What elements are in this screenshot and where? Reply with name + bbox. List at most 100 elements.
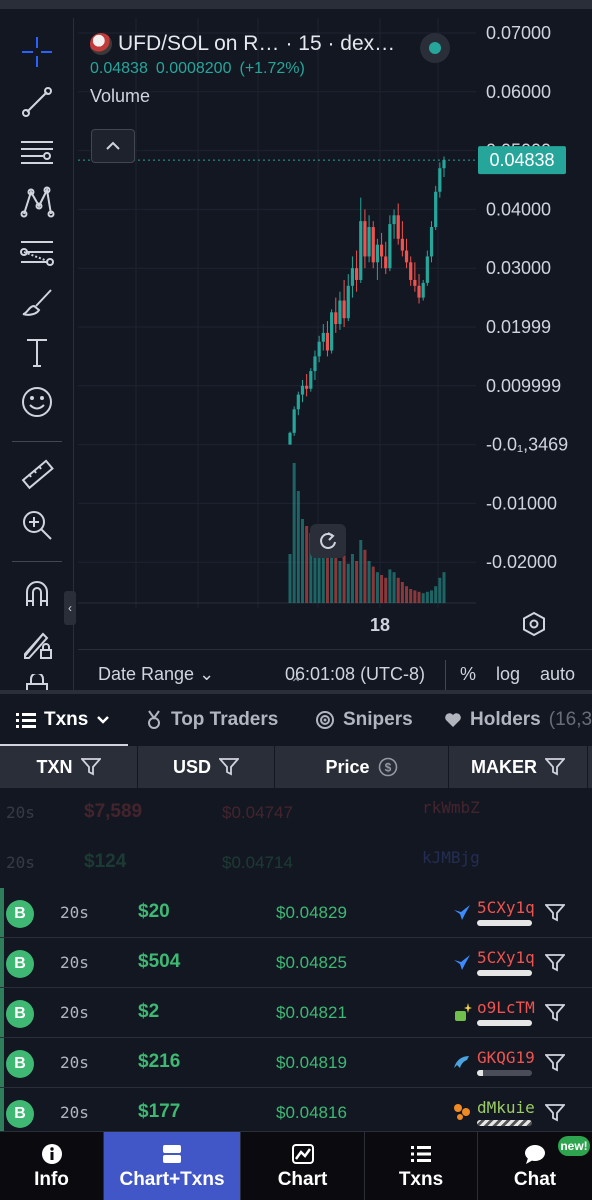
nav-chart-txns-label: Chart+Txns (119, 1168, 225, 1190)
maker-address[interactable]: 5CXy1q (477, 948, 535, 967)
candle-body (321, 332, 325, 342)
table-row[interactable]: 20s $7,589 $0.04747 rkWmbZ (0, 788, 592, 838)
table-row[interactable]: 20s $124 $0.04714 kJMBjg (0, 838, 592, 888)
table-row[interactable]: B 20s $504 $0.04825 5CXy1q (0, 938, 592, 988)
legend-change-abs: 0.0008200 (155, 60, 232, 77)
crosshair-icon[interactable] (12, 32, 62, 72)
table-row[interactable]: B 20s $216 $0.04819 GKQG19 (0, 1038, 592, 1088)
table-row[interactable]: B 20s $177 $0.04816 dMkuie (0, 1088, 592, 1131)
col-price[interactable]: Price $ (275, 746, 449, 788)
pattern-icon[interactable] (12, 182, 62, 222)
chart-area: ‹ 0.070000.060000.050000.040000.030000.0… (0, 0, 592, 699)
txns-table-header: TXN USD Price $ MAKER (0, 746, 592, 788)
currency-toggle-icon[interactable]: $ (378, 757, 398, 777)
horizontal-lines-icon[interactable] (12, 132, 62, 172)
volume-bar (396, 577, 400, 603)
candle-body (379, 244, 384, 257)
maker-address[interactable]: dMkuie (477, 1098, 535, 1117)
volume-bar (421, 593, 425, 603)
table-row[interactable]: B 20s $20 $0.04829 5CXy1q (0, 888, 592, 938)
tab-txns[interactable]: Txns (16, 694, 110, 746)
volume-bar (300, 519, 304, 603)
maker-address[interactable]: rkWmbZ (422, 798, 480, 817)
txn-usd: $124 (84, 851, 127, 872)
txn-usd: $504 (138, 951, 181, 972)
tab-holders[interactable]: Holders (16,3 (444, 694, 592, 746)
legend-collapse-button[interactable] (91, 129, 135, 163)
magnet-icon[interactable] (12, 574, 62, 614)
buy-badge: B (6, 1100, 34, 1128)
filter-icon[interactable] (545, 903, 565, 923)
buy-badge: B (6, 1000, 34, 1028)
volume-bar (305, 526, 309, 603)
txn-price: $0.04747 (222, 803, 293, 822)
filter-icon[interactable] (545, 758, 565, 776)
chat-icon (525, 1144, 545, 1164)
tab-top-traders[interactable]: Top Traders (145, 694, 278, 746)
fib-icon[interactable] (12, 232, 62, 272)
volume-bar (400, 582, 404, 603)
tab-snipers[interactable]: Snipers (315, 694, 413, 746)
candle-body (371, 227, 375, 263)
trend-line-icon[interactable] (12, 82, 62, 122)
ruler-icon[interactable] (12, 455, 62, 495)
maker-address[interactable]: 5CXy1q (477, 898, 535, 917)
volume-bar (405, 586, 409, 603)
nav-info[interactable]: Info (0, 1132, 104, 1200)
txn-age: 20s (60, 903, 89, 922)
volume-bar (350, 554, 354, 603)
maker-balance-bar (477, 1120, 532, 1126)
filter-icon[interactable] (80, 758, 101, 776)
zoom-in-icon[interactable] (12, 505, 62, 545)
col-usd[interactable]: USD (138, 746, 275, 788)
volume-bar (434, 586, 438, 603)
txn-usd: $2 (138, 1001, 160, 1022)
price-chart[interactable]: 0.070000.060000.050000.040000.030000.019… (78, 18, 592, 699)
txn-price: $0.04821 (276, 1003, 347, 1022)
table-row[interactable]: B 20s $2 $0.04821 o9LcTM (0, 988, 592, 1038)
log-scale-toggle[interactable]: log (496, 664, 520, 685)
chart-canvas[interactable]: 0.070000.060000.050000.040000.030000.019… (78, 18, 592, 658)
col-price-label: Price (325, 756, 370, 777)
tab-txns-label: Txns (44, 709, 89, 730)
footer-divider (445, 659, 446, 690)
date-range-button[interactable]: Date Range ⌄ (98, 664, 214, 685)
filter-icon[interactable] (545, 953, 565, 973)
sparkle-bag-icon (455, 1003, 472, 1021)
candle-body (363, 221, 367, 257)
lock-drawing-icon[interactable] (12, 624, 62, 664)
candle-body (342, 300, 346, 319)
txn-usd: $20 (138, 901, 170, 922)
maker-address[interactable]: GKQG19 (477, 1048, 535, 1067)
maker-address[interactable]: o9LcTM (477, 998, 535, 1017)
filter-icon[interactable] (545, 1003, 565, 1023)
volume-bar (413, 590, 417, 603)
text-icon[interactable] (12, 332, 62, 372)
auto-scale-toggle[interactable]: auto (540, 664, 575, 685)
filter-icon[interactable] (545, 1053, 565, 1073)
txns-icon (411, 1145, 431, 1162)
txn-price: $0.04829 (276, 903, 347, 922)
reset-chart-button[interactable] (310, 524, 346, 558)
brush-icon[interactable] (12, 282, 62, 322)
settings-hexagon-icon (523, 611, 545, 637)
col-txn[interactable]: TXN (0, 746, 138, 788)
toolbar-collapse-button[interactable]: ‹ (64, 591, 76, 625)
percent-scale-toggle[interactable]: % (460, 664, 476, 685)
axis-settings-button[interactable] (520, 610, 548, 640)
maker-balance-bar (477, 1070, 532, 1076)
filter-icon[interactable] (545, 1103, 565, 1123)
market-status-indicator[interactable] (420, 33, 450, 63)
volume-bar (380, 575, 384, 603)
filter-icon[interactable] (219, 758, 239, 776)
nav-txns[interactable]: Txns (365, 1132, 478, 1200)
col-maker[interactable]: MAKER (449, 746, 588, 788)
chart-txns-icon (163, 1144, 181, 1163)
y-axis-tick-label: 0.07000 (486, 23, 551, 43)
volume-bar (375, 572, 379, 603)
candle-body (388, 224, 392, 269)
nav-chart[interactable]: Chart (241, 1132, 365, 1200)
nav-chart-txns[interactable]: Chart+Txns (104, 1132, 241, 1200)
emoji-icon[interactable] (12, 382, 62, 422)
maker-address[interactable]: kJMBjg (422, 848, 480, 867)
